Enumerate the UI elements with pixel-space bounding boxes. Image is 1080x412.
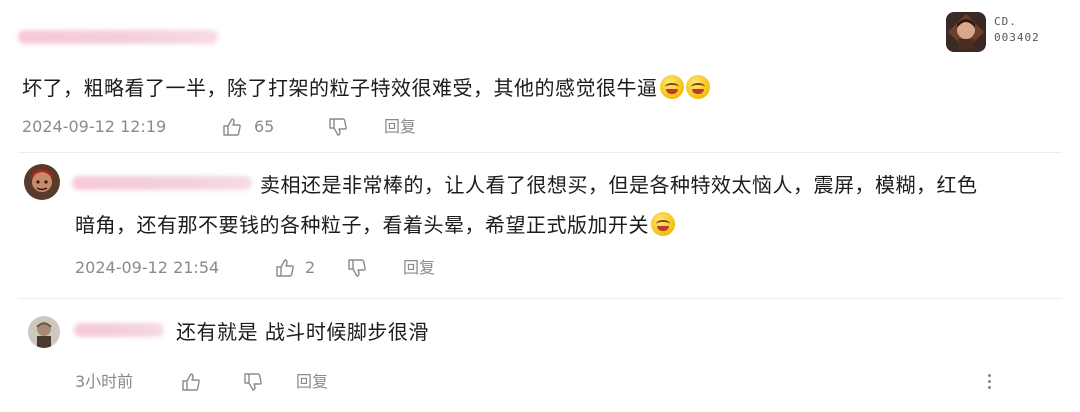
comment-2-like-count: 2 bbox=[305, 258, 316, 277]
comment-2-body-line1: 卖相还是非常棒的，让人看了很想买，但是各种特效太恼人，震屏，模糊，红色 bbox=[260, 173, 978, 197]
avatar[interactable] bbox=[28, 316, 60, 348]
avatar-image bbox=[28, 316, 60, 348]
comment-2-text: 卖相还是非常棒的，让人看了很想买，但是各种特效太恼人，震屏，模糊，红色 bbox=[260, 166, 1060, 204]
thumbs-up-icon[interactable] bbox=[275, 258, 295, 278]
comment-1-reply-button[interactable]: 回复 bbox=[384, 115, 416, 139]
comment-3-body: 还有就是 战斗时候脚步很滑 bbox=[176, 320, 429, 344]
user-badge-line2: 003402 bbox=[994, 31, 1040, 44]
thumbs-up-icon[interactable] bbox=[222, 117, 242, 137]
comment-2-text-line2: 暗角，还有那不要钱的各种粒子，看着头晕，希望正式版加开关 bbox=[75, 206, 975, 244]
avatar[interactable] bbox=[24, 164, 60, 200]
username-blurred[interactable] bbox=[74, 323, 164, 337]
thumbs-up-icon[interactable] bbox=[181, 372, 201, 392]
comment-1-body: 坏了，粗略看了一半，除了打架的粒子特效很难受，其他的感觉很牛逼 bbox=[22, 76, 658, 100]
comment-2-reply-button[interactable]: 回复 bbox=[403, 256, 435, 280]
comment-3-meta: 3小时前 回复 bbox=[75, 370, 435, 394]
comment-3-text: 还有就是 战斗时候脚步很滑 bbox=[176, 313, 876, 351]
avatar[interactable] bbox=[946, 12, 986, 52]
comment-1-meta: 2024-09-12 12:19 65 回复 bbox=[22, 115, 502, 139]
divider bbox=[18, 152, 1062, 153]
comment-thread: CD. 003402 坏了，粗略看了一半，除了打架的粒子特效很难受，其他的感觉很… bbox=[0, 0, 1080, 412]
thumbs-down-icon[interactable] bbox=[243, 372, 263, 392]
comment-1-text: 坏了，粗略看了一半，除了打架的粒子特效很难受，其他的感觉很牛逼 bbox=[22, 69, 922, 107]
avatar-image bbox=[24, 164, 60, 200]
laugh-cry-emoji bbox=[659, 75, 684, 99]
comment-2-body-line2: 暗角，还有那不要钱的各种粒子，看着头晕，希望正式版加开关 bbox=[75, 213, 649, 237]
username-blurred[interactable] bbox=[72, 176, 252, 190]
comment-1-like-count: 65 bbox=[254, 117, 275, 136]
thumbs-down-icon[interactable] bbox=[347, 258, 367, 278]
thumbs-down-icon[interactable] bbox=[328, 117, 348, 137]
comment-2-timestamp: 2024-09-12 21:54 bbox=[75, 258, 220, 277]
laugh-cry-emoji bbox=[685, 75, 710, 99]
more-options-icon[interactable] bbox=[988, 374, 992, 392]
comment-2-meta: 2024-09-12 21:54 2 回复 bbox=[75, 256, 555, 280]
comment-3-timestamp: 3小时前 bbox=[75, 372, 134, 391]
user-badge-line1: CD. bbox=[994, 15, 1017, 28]
comment-1-timestamp: 2024-09-12 12:19 bbox=[22, 117, 167, 136]
divider bbox=[18, 298, 1062, 299]
laugh-cry-emoji bbox=[651, 212, 675, 236]
comment-3-reply-button[interactable]: 回复 bbox=[296, 370, 328, 394]
username-blurred[interactable] bbox=[18, 30, 218, 44]
avatar-image bbox=[946, 12, 986, 52]
